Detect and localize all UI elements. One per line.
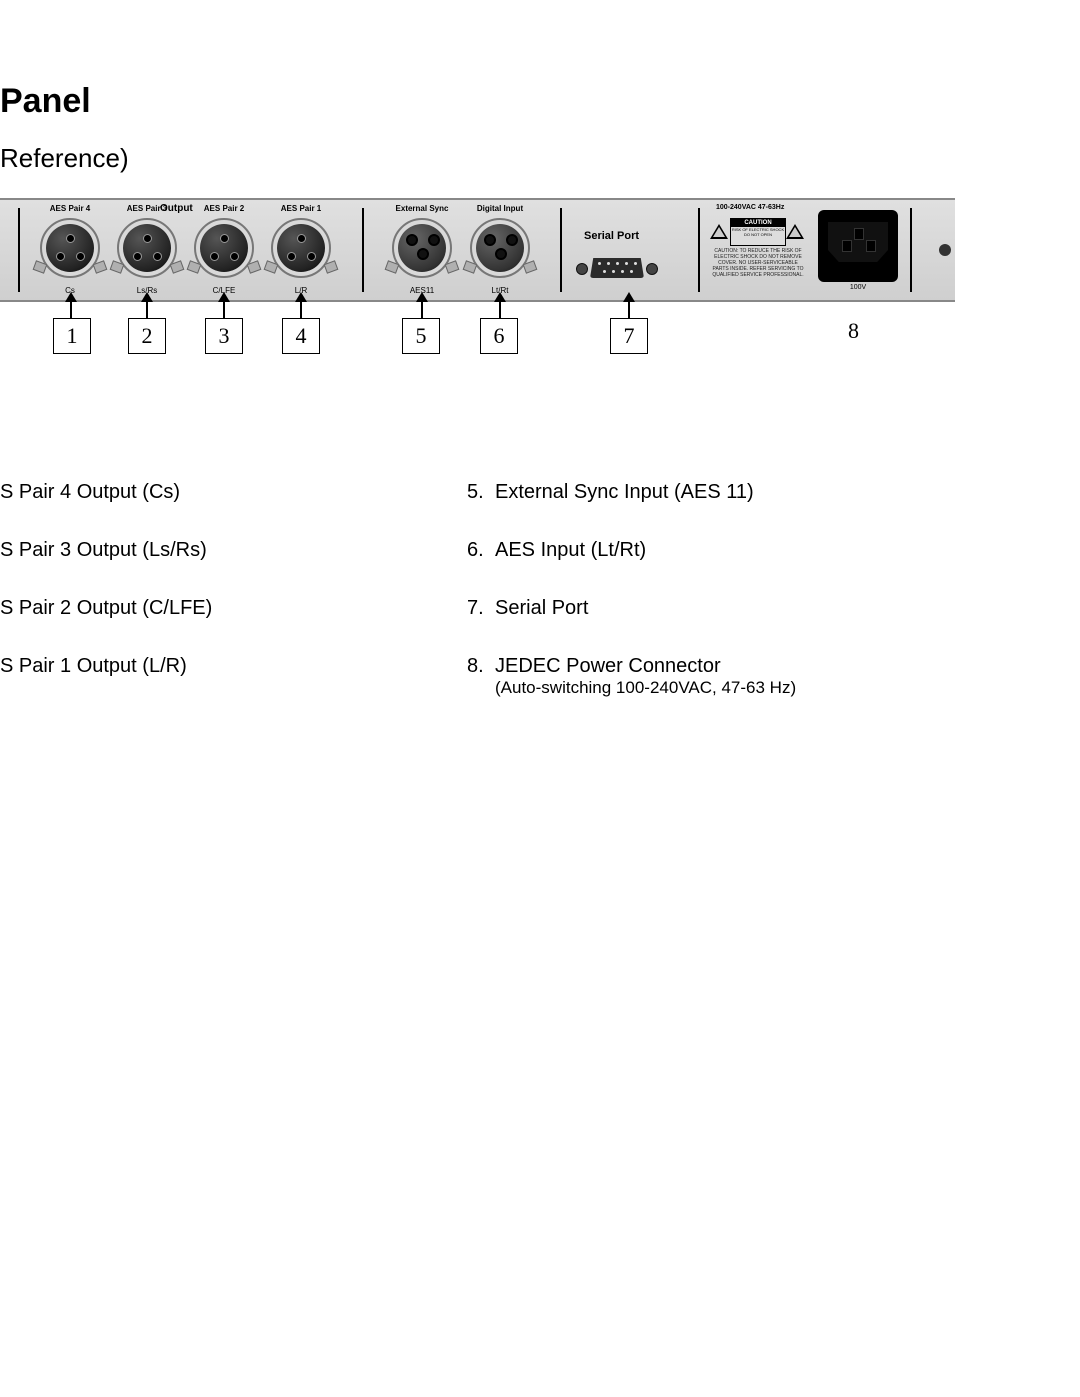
legend-item: S Pair 4 Output (Cs) [0,480,212,504]
connector-top-label: AES Pair 2 [184,204,264,213]
power-voltage-sublabel: 100V [818,284,898,291]
callout-number-6: 6 [480,318,518,354]
xlr-connector-6 [470,218,530,278]
warning-triangle-icon [710,224,728,239]
callout-arrow [146,300,148,318]
serial-port-connector [578,256,656,280]
serial-port-label: Serial Port [584,230,639,242]
callout-arrow [499,300,501,318]
xlr-connector-4 [271,218,331,278]
legend-item: S Pair 1 Output (L/R) [0,654,212,678]
callout-number-5: 5 [402,318,440,354]
divider [560,208,562,292]
legend-right-column: 5.External Sync Input (AES 11) 6.AES Inpu… [467,480,796,732]
legend-left-column: S Pair 4 Output (Cs) S Pair 3 Output (Ls/… [0,480,212,712]
callout-arrow [628,300,630,318]
callout-number-3: 3 [205,318,243,354]
connector-top-label: AES Pair 1 [261,204,341,213]
divider [698,208,700,292]
warning-triangle-icon [786,224,804,239]
rear-panel: Serial #: Output AES Pair 4CsAES Pair 3L… [0,198,955,302]
panel-screw [939,244,951,256]
legend-item: 6.AES Input (Lt/Rt) [467,538,796,562]
callout-number-8: 8 [848,318,859,344]
callout-arrow [421,300,423,318]
xlr-connector-5 [392,218,452,278]
callout-number-7: 7 [610,318,648,354]
voltage-range-label: 100-240VAC 47-63Hz [716,204,784,211]
connector-top-label: Digital Input [460,204,540,213]
xlr-connector-1 [40,218,100,278]
divider [910,208,912,292]
callout-number-1: 1 [53,318,91,354]
callout-arrow [223,300,225,318]
page-heading: Panel [0,82,91,121]
legend-subtext: (Auto-switching 100-240VAC, 47-63 Hz) [495,678,796,698]
page-subheading: Reference) [0,143,129,174]
xlr-connector-3 [194,218,254,278]
xlr-connector-2 [117,218,177,278]
power-connector [818,210,898,282]
callout-number-2: 2 [128,318,166,354]
callout-number-4: 4 [282,318,320,354]
legend-item: 5.External Sync Input (AES 11) [467,480,796,504]
connector-top-label: AES Pair 3 [107,204,187,213]
caution-fine-print: CAUTION: TO REDUCE THE RISK OF ELECTRIC … [710,248,806,278]
caution-subtext: RISK OF ELECTRIC SHOCK DO NOT OPEN [731,227,785,237]
divider [362,208,364,292]
legend-item: S Pair 2 Output (C/LFE) [0,596,212,620]
legend-item: 7.Serial Port [467,596,796,620]
divider [18,208,20,292]
callout-arrow [300,300,302,318]
caution-header: CAUTION [731,219,785,227]
serial-number-label: Serial #: [0,198,3,237]
legend-item: S Pair 3 Output (Ls/Rs) [0,538,212,562]
connector-top-label: External Sync [382,204,462,213]
caution-plate: CAUTION RISK OF ELECTRIC SHOCK DO NOT OP… [730,218,786,246]
connector-top-label: AES Pair 4 [30,204,110,213]
callout-arrow [70,300,72,318]
legend-item: 8.JEDEC Power Connector(Auto-switching 1… [467,654,796,698]
